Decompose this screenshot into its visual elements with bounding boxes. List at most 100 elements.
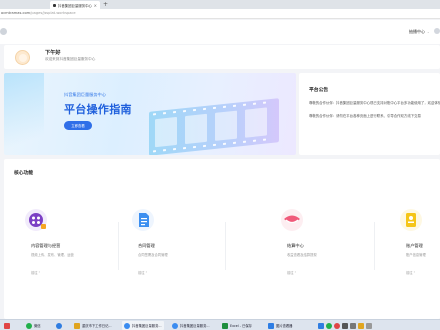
- taskbar-start[interactable]: [4, 321, 10, 330]
- tray-network-icon[interactable]: [342, 322, 348, 329]
- feature-name: 结算中心: [287, 243, 304, 248]
- address-bar[interactable]: ocmtramas.com/pages/jssplat-workspace: [0, 9, 440, 19]
- greeting-card: 下午好 欢迎来到抖音集团巨量服务中心: [4, 45, 440, 69]
- image-icon: [268, 322, 274, 329]
- avatar-face-icon: [19, 54, 27, 62]
- announcement-item[interactable]: 尊敬的合作伙伴：请勿在平台各种页面上进行联系、引导合作双方线下交易: [309, 113, 440, 118]
- film-hole: [153, 150, 156, 153]
- arrow-right-icon: ›: [413, 270, 415, 274]
- film-hole: [203, 144, 206, 148]
- announcement-title: 平台公告: [309, 88, 329, 93]
- url-path: /pages/jssplat-workspace: [30, 11, 76, 15]
- film-hole: [223, 105, 226, 109]
- user-avatar[interactable]: [434, 28, 440, 34]
- avatar: [15, 50, 30, 65]
- tray-app-icon[interactable]: [318, 322, 324, 329]
- view-guide-button[interactable]: 立即查看: [64, 121, 92, 130]
- feature-link[interactable]: 前往 ›: [138, 270, 147, 275]
- film-frame: [245, 107, 267, 138]
- browser-tab[interactable]: 抖音集团巨量服务中心 ×: [50, 1, 100, 9]
- chrome-icon: [172, 322, 178, 329]
- feature-link[interactable]: 前往 ›: [31, 270, 40, 275]
- film-hole: [193, 108, 196, 112]
- feature-card-content[interactable]: 内容管理与经营 视频上传、发布、管理、运营 前往 ›: [4, 192, 119, 312]
- new-tab-button[interactable]: +: [103, 1, 108, 8]
- tray-alert-icon[interactable]: [334, 322, 340, 329]
- start-icon: [4, 322, 10, 329]
- taskbar-label: 图片查看器: [276, 324, 293, 328]
- browser-icon: [56, 322, 62, 329]
- film-hole: [233, 104, 236, 108]
- app-header: 抽播中心 ⌄: [0, 20, 440, 44]
- film-frame: [155, 116, 177, 148]
- tray-wechat-icon[interactable]: [326, 322, 332, 329]
- feature-desc: 收益查看及结算提现: [287, 253, 317, 257]
- film-hole: [163, 149, 166, 152]
- feature-desc: 合同签署及合同管理: [138, 253, 168, 257]
- taskbar-item-excel[interactable]: Excel - 已保存: [222, 321, 252, 330]
- announcement-panel: 平台公告 尊敬的合作伙伴：抖音集团巨量服务中心现已支持对账中心平台多功能使用了，…: [299, 73, 440, 155]
- explorer-icon: [74, 322, 80, 329]
- taskbar-item-wechat[interactable]: 微信: [26, 321, 41, 330]
- banner-decoration: [4, 73, 44, 155]
- feature-link[interactable]: 前往 ›: [406, 270, 415, 275]
- film-hole: [193, 145, 196, 149]
- user-menu-label: 抽播中心: [409, 29, 425, 34]
- wallet-icon: [281, 209, 303, 231]
- app-logo-icon: [0, 28, 7, 35]
- url-text[interactable]: ocmtramas.com/pages/jssplat-workspace: [1, 11, 76, 15]
- feature-card-settlement[interactable]: 结算中心 收益查看及结算提现 前往 ›: [260, 192, 375, 312]
- feature-link-label: 前往: [406, 271, 413, 275]
- chevron-down-icon: ⌄: [427, 30, 430, 34]
- arrow-right-icon: ›: [145, 270, 147, 274]
- feature-card-contract[interactable]: 合同管理 合同签署及合同管理 前往 ›: [111, 192, 226, 312]
- account-icon: [400, 209, 422, 231]
- tray-volume-icon[interactable]: [350, 322, 356, 329]
- arrow-right-icon: ›: [38, 270, 40, 274]
- film-hole: [153, 113, 156, 116]
- card-divider: [374, 222, 375, 270]
- tray-battery-icon[interactable]: [366, 322, 372, 329]
- film-hole: [253, 102, 256, 105]
- banner-title: 平台操作指南: [64, 103, 132, 116]
- film-strip-illustration: [149, 98, 279, 155]
- taskbar-item-image[interactable]: 图片查看器: [268, 321, 292, 330]
- document-icon: [132, 209, 154, 231]
- feature-card-account[interactable]: 账户管理 账户信息管理 前往 ›: [379, 192, 440, 312]
- guide-banner[interactable]: 抖音集团巨量服务中心 平台操作指南 立即查看: [4, 73, 296, 155]
- film-hole: [183, 146, 186, 150]
- announcement-item[interactable]: 尊敬的合作伙伴：抖音集团巨量服务中心现已支持对账中心平台多功能使用了，欢迎体验: [309, 100, 440, 105]
- film-hole: [163, 112, 166, 115]
- tab-close-icon[interactable]: ×: [94, 3, 97, 8]
- film-hole: [203, 107, 206, 111]
- taskbar-label: 抖音集团巨量服务...: [132, 324, 162, 328]
- feature-name: 合同管理: [138, 243, 155, 248]
- taskbar-label: Excel - 已保存: [230, 324, 252, 328]
- feature-name: 账户管理: [406, 243, 423, 248]
- core-features-section: 核心功能 内容管理与经营 视频上传、发布、管理、运营 前往 › 合同管理 合同签署…: [4, 159, 440, 319]
- url-host: ocmtramas.com: [1, 11, 31, 15]
- os-taskbar: 微信 重庆市下工作日记... 抖音集团巨量服务... 抖音集团巨量服务... E…: [0, 319, 440, 330]
- film-hole: [233, 141, 236, 145]
- film-hole: [213, 143, 216, 147]
- feature-link-label: 前往: [287, 271, 294, 275]
- feature-desc: 视频上传、发布、管理、运营: [31, 253, 74, 257]
- feature-link-label: 前往: [138, 271, 145, 275]
- greeting-title: 下午好: [45, 50, 61, 56]
- taskbar-item-chrome-2[interactable]: 抖音集团巨量服务...: [172, 321, 210, 330]
- taskbar-item-chrome-1[interactable]: 抖音集团巨量服务...: [122, 321, 164, 330]
- film-hole: [243, 103, 246, 106]
- film-frame: [215, 110, 237, 141]
- core-features-title: 核心功能: [14, 171, 34, 176]
- taskbar-item-explorer[interactable]: 重庆市下工作日记...: [74, 321, 112, 330]
- feature-name: 内容管理与经营: [31, 243, 61, 248]
- taskbar-tray: [318, 321, 372, 330]
- feature-link[interactable]: 前往 ›: [287, 270, 296, 275]
- card-divider: [225, 222, 226, 270]
- feature-link-label: 前往: [31, 271, 38, 275]
- film-hole: [263, 138, 266, 141]
- film-hole: [183, 109, 186, 113]
- tray-ime-icon[interactable]: [358, 322, 364, 329]
- user-menu[interactable]: 抽播中心 ⌄: [409, 29, 430, 35]
- taskbar-item-browser[interactable]: [56, 321, 62, 330]
